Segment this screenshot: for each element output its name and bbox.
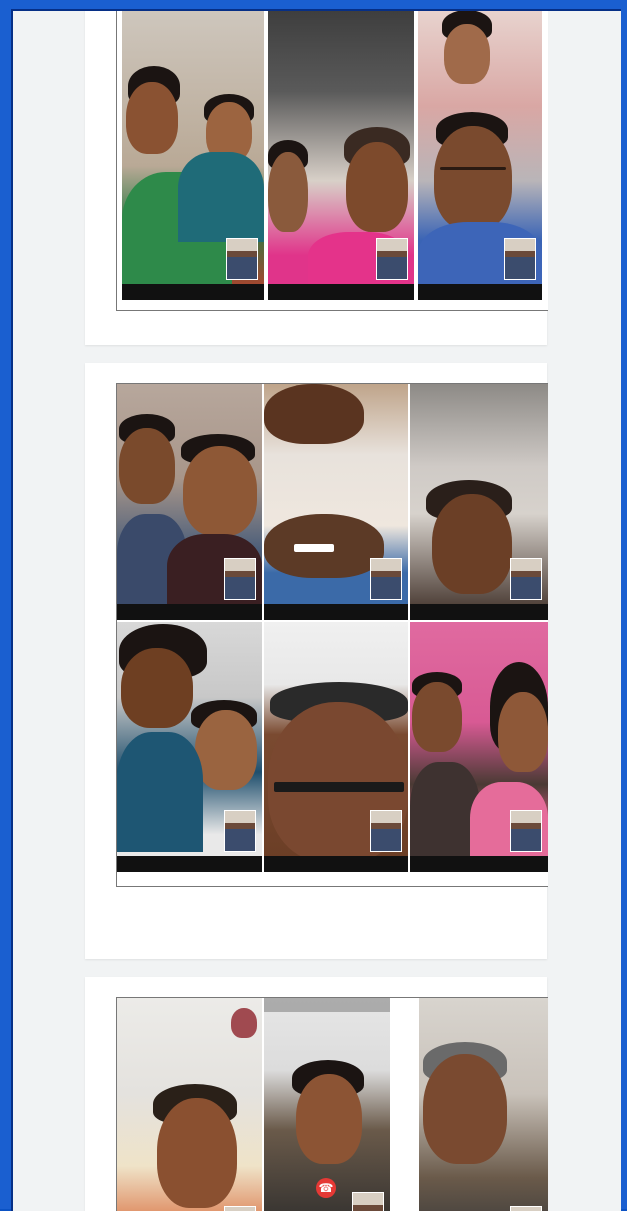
video-call-tile[interactable] bbox=[410, 622, 548, 872]
person-face bbox=[434, 126, 512, 230]
person-face bbox=[157, 1098, 237, 1208]
video-call-tile[interactable]: ☎ bbox=[264, 998, 390, 1211]
android-nav-bar bbox=[410, 604, 548, 620]
feed-viewport: ☎ bbox=[11, 9, 621, 1211]
person-face bbox=[126, 82, 178, 154]
person-face bbox=[346, 142, 408, 232]
person-clothing bbox=[117, 732, 203, 852]
person-face bbox=[296, 1074, 362, 1164]
person-face bbox=[195, 710, 257, 790]
android-nav-bar bbox=[268, 284, 414, 300]
person-face bbox=[183, 446, 257, 536]
phone-hangup-icon: ☎ bbox=[318, 1181, 334, 1195]
self-view-thumbnail[interactable] bbox=[504, 238, 536, 280]
self-view-thumbnail[interactable] bbox=[376, 238, 408, 280]
self-view-thumbnail[interactable] bbox=[370, 810, 402, 852]
video-call-tile[interactable] bbox=[418, 11, 542, 300]
person-face bbox=[119, 428, 175, 504]
video-call-tile[interactable] bbox=[117, 622, 262, 872]
mouth bbox=[294, 544, 334, 552]
person-face bbox=[268, 152, 308, 232]
window-frame: ☎ bbox=[0, 0, 627, 1211]
video-call-tile[interactable] bbox=[117, 384, 262, 620]
person-face bbox=[498, 692, 548, 772]
end-call-button[interactable]: ☎ bbox=[316, 1178, 336, 1198]
self-view-thumbnail[interactable] bbox=[510, 810, 542, 852]
post-card-3: ☎ bbox=[85, 977, 548, 1211]
status-bar bbox=[264, 998, 390, 1012]
video-call-tile[interactable] bbox=[122, 11, 264, 300]
video-call-tile[interactable] bbox=[117, 998, 262, 1211]
video-call-tile[interactable] bbox=[268, 11, 414, 300]
self-view-thumbnail[interactable] bbox=[510, 558, 542, 600]
video-call-tile[interactable] bbox=[410, 384, 548, 620]
android-nav-bar bbox=[122, 284, 264, 300]
self-view-thumbnail[interactable] bbox=[224, 558, 256, 600]
person-clothing bbox=[178, 152, 264, 242]
android-nav-bar bbox=[264, 856, 408, 872]
eyeglasses bbox=[274, 782, 404, 792]
android-nav-bar bbox=[117, 856, 262, 872]
android-nav-bar bbox=[264, 604, 408, 620]
person-face bbox=[444, 24, 490, 84]
video-call-collage-1 bbox=[116, 11, 548, 311]
android-nav-bar bbox=[117, 604, 262, 620]
post-card-1 bbox=[85, 11, 548, 345]
video-call-collage-3: ☎ bbox=[116, 997, 548, 1211]
android-nav-bar bbox=[418, 284, 542, 300]
eyeglasses bbox=[440, 167, 506, 170]
person-face bbox=[121, 648, 193, 728]
self-view-thumbnail[interactable] bbox=[226, 238, 258, 280]
decoration bbox=[231, 1008, 257, 1038]
video-call-tile[interactable] bbox=[264, 384, 408, 620]
video-call-tile[interactable] bbox=[419, 998, 548, 1211]
video-call-tile[interactable] bbox=[264, 622, 408, 872]
person-face bbox=[412, 682, 462, 752]
person-face bbox=[432, 494, 512, 594]
person-face bbox=[423, 1054, 507, 1164]
self-view-thumbnail[interactable] bbox=[370, 558, 402, 600]
post-card-2 bbox=[85, 363, 548, 959]
video-call-collage-2 bbox=[116, 383, 548, 887]
self-view-thumbnail[interactable] bbox=[352, 1192, 384, 1211]
person-face bbox=[264, 384, 364, 444]
self-view-thumbnail[interactable] bbox=[224, 810, 256, 852]
android-nav-bar bbox=[410, 856, 548, 872]
